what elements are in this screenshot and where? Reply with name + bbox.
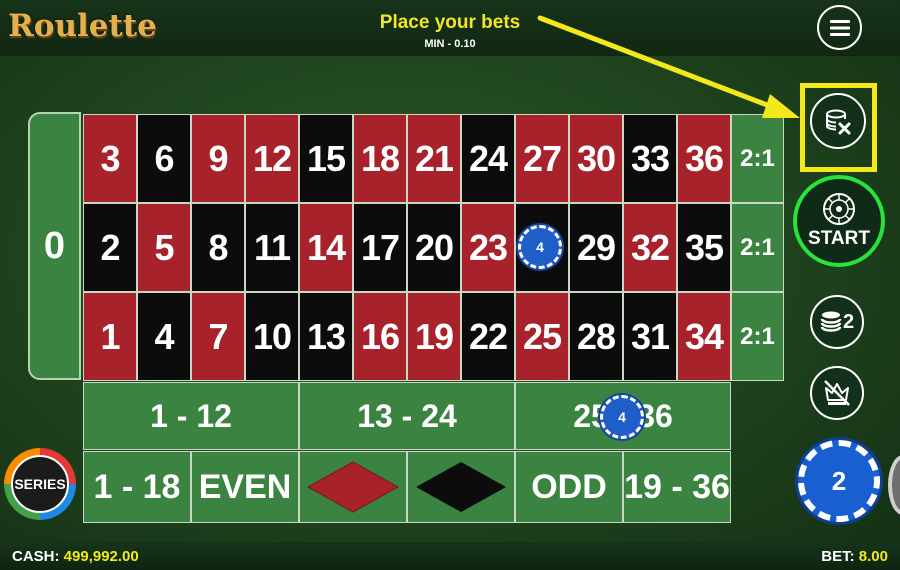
number-cell[interactable]: 36	[677, 114, 731, 203]
bet-high[interactable]: 19 - 36	[623, 451, 731, 523]
bet-label: BET:	[821, 548, 855, 565]
column-bet-bottom[interactable]: 2:1	[731, 292, 784, 381]
number-cell[interactable]: 12	[245, 114, 299, 203]
cash-label: CASH:	[12, 548, 60, 565]
start-label: START	[808, 228, 870, 249]
dozen-second[interactable]: 13 - 24	[299, 382, 515, 450]
wheel-icon	[823, 193, 855, 225]
black-diamond-icon	[416, 462, 506, 512]
red-diamond-icon	[306, 461, 400, 513]
bet-odd[interactable]: ODD	[515, 451, 623, 523]
zero-cell[interactable]: 0	[28, 112, 81, 380]
number-cell[interactable]: 17	[353, 203, 407, 292]
series-button[interactable]: SERIES	[4, 448, 76, 520]
number-cell[interactable]: 31	[623, 292, 677, 381]
bet-even[interactable]: EVEN	[191, 451, 299, 523]
number-cell[interactable]: 21	[407, 114, 461, 203]
number-cell[interactable]: 1	[83, 292, 137, 381]
number-cell[interactable]: 16	[353, 292, 407, 381]
selected-chip[interactable]: 2	[798, 440, 880, 522]
double-label: 2	[842, 310, 855, 333]
double-bet-button[interactable]: 2	[810, 295, 864, 349]
number-cell[interactable]: 28	[569, 292, 623, 381]
cash-value: 499,992.00	[63, 548, 139, 565]
number-cell[interactable]: 30	[569, 114, 623, 203]
column-bet-middle[interactable]: 2:1	[731, 203, 784, 292]
bet-value: 8.00	[858, 548, 888, 565]
double-chips-icon	[820, 311, 842, 332]
number-cell[interactable]: 11	[245, 203, 299, 292]
number-cell[interactable]: 3	[83, 114, 137, 203]
number-cell[interactable]: 24	[461, 114, 515, 203]
series-label: SERIES	[11, 455, 69, 513]
bet-display: BET: 8.00	[821, 548, 888, 565]
start-button[interactable]: START	[793, 175, 885, 267]
number-cell[interactable]: 7	[191, 292, 245, 381]
dozen-first[interactable]: 1 - 12	[83, 382, 299, 450]
number-cell[interactable]: 35	[677, 203, 731, 292]
bet-black[interactable]	[407, 451, 515, 523]
cash-display: CASH: 499,992.00	[12, 548, 139, 565]
bet-low[interactable]: 1 - 18	[83, 451, 191, 523]
number-cell[interactable]: 27	[515, 114, 569, 203]
number-cell[interactable]: 25	[515, 292, 569, 381]
number-cell[interactable]: 4	[137, 292, 191, 381]
placed-chip[interactable]: 4	[600, 395, 644, 439]
number-cell[interactable]: 22	[461, 292, 515, 381]
number-cell[interactable]: 9	[191, 114, 245, 203]
number-cell[interactable]: 14	[299, 203, 353, 292]
clear-bets-button[interactable]	[810, 93, 866, 149]
number-cell[interactable]: 2	[83, 203, 137, 292]
number-cell[interactable]: 15	[299, 114, 353, 203]
number-cell[interactable]: 32	[623, 203, 677, 292]
number-cell[interactable]: 5	[137, 203, 191, 292]
bet-red[interactable]	[299, 451, 407, 523]
number-cell[interactable]: 20	[407, 203, 461, 292]
number-cell[interactable]: 33	[623, 114, 677, 203]
no-limit-toggle-button[interactable]	[810, 366, 864, 420]
number-cell[interactable]: 34	[677, 292, 731, 381]
number-cell[interactable]: 19	[407, 292, 461, 381]
number-cell[interactable]: 13	[299, 292, 353, 381]
number-cell[interactable]: 18	[353, 114, 407, 203]
number-cell[interactable]: 10	[245, 292, 299, 381]
number-cell[interactable]: 8	[191, 203, 245, 292]
crown-disabled-icon	[824, 380, 850, 406]
betting-table: 0 2:1 2:1 2:1 1 - 12 13 - 24 25 - 36 1 -…	[0, 0, 900, 570]
placed-chip[interactable]: 4	[518, 225, 562, 269]
column-bet-top[interactable]: 2:1	[731, 114, 784, 203]
number-cell[interactable]: 6	[137, 114, 191, 203]
number-cell[interactable]: 23	[461, 203, 515, 292]
clear-bets-icon	[826, 109, 851, 135]
number-cell[interactable]: 29	[569, 203, 623, 292]
